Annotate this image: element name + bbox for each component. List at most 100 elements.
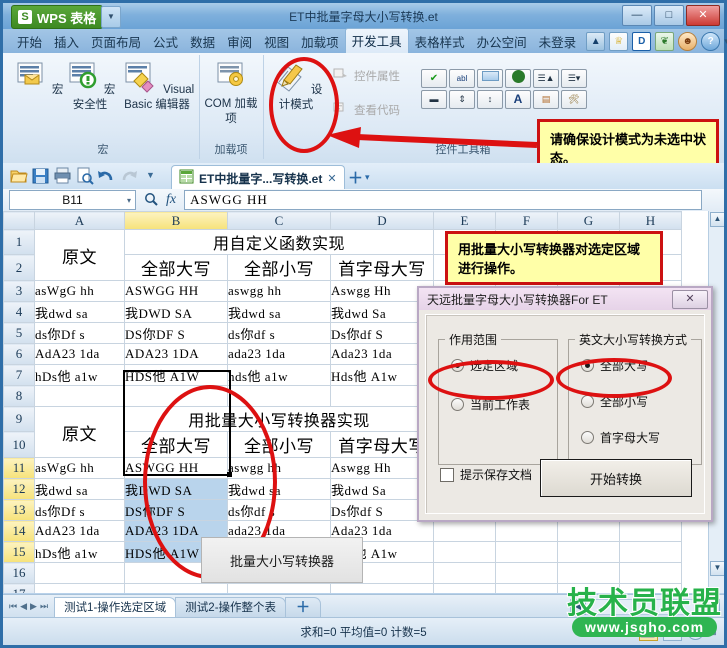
- menu-item-office-space[interactable]: 办公空间: [471, 29, 533, 54]
- cell-c10-all-lower[interactable]: 全部小写: [227, 431, 331, 458]
- cell-a12[interactable]: 我dwd sa: [34, 478, 125, 500]
- cell-a16[interactable]: [34, 562, 125, 584]
- column-header-e[interactable]: E: [433, 211, 496, 230]
- menu-item-insert[interactable]: 插入: [48, 29, 85, 54]
- cell-b8[interactable]: [124, 385, 228, 407]
- normal-view-icon[interactable]: [639, 622, 659, 641]
- radio-title-case[interactable]: 首字母大写: [581, 429, 701, 446]
- qat-more-icon[interactable]: ▼: [141, 166, 160, 185]
- cell-d17[interactable]: [330, 583, 434, 593]
- print-icon[interactable]: [53, 166, 72, 185]
- cell-a3[interactable]: asWgG hh: [34, 280, 125, 302]
- hscroll-right-icon[interactable]: ▶: [704, 598, 720, 615]
- ribbon-button-com-addin[interactable]: COM 加载项: [204, 61, 258, 126]
- cell-a5[interactable]: ds你Df s: [34, 322, 125, 344]
- cell-b11[interactable]: ASWGG HH: [124, 457, 228, 479]
- login-status[interactable]: 未登录: [533, 29, 583, 54]
- column-header-d[interactable]: D: [330, 211, 434, 230]
- column-header-a[interactable]: A: [34, 211, 125, 230]
- last-sheet-icon[interactable]: ⏭: [40, 601, 48, 612]
- cell-b5[interactable]: DS你DF S: [124, 322, 228, 344]
- zoom-icon[interactable]: [144, 192, 158, 209]
- help-icon[interactable]: ?: [701, 31, 721, 51]
- cell-e16[interactable]: [433, 562, 496, 584]
- ribbon-command-view-code[interactable]: 查看代码: [333, 101, 400, 118]
- row-header-12[interactable]: 12: [3, 478, 35, 500]
- zoom-in-button[interactable]: ＋: [687, 623, 705, 640]
- cell-f17[interactable]: [495, 583, 558, 593]
- horizontal-scrollbar[interactable]: ◀ ▶: [570, 598, 720, 615]
- scroll-up-icon[interactable]: ▲: [710, 212, 724, 227]
- start-convert-button[interactable]: 开始转换: [540, 459, 692, 497]
- togglebutton-control-icon[interactable]: ▬: [421, 90, 447, 109]
- menu-item-page-layout[interactable]: 页面布局: [85, 29, 147, 54]
- menu-item-dev-tools[interactable]: 开发工具: [344, 28, 409, 54]
- textbox-control-icon[interactable]: abl: [449, 69, 475, 88]
- cell-a11[interactable]: asWgG hh: [34, 457, 125, 479]
- spinbutton-control-icon[interactable]: ⇕: [449, 90, 475, 109]
- cell-g17[interactable]: [557, 583, 620, 593]
- first-sheet-icon[interactable]: ⏮: [9, 601, 17, 612]
- shape-label-converter[interactable]: 批量大小写转换器: [201, 537, 363, 583]
- cell-f14[interactable]: [495, 520, 558, 542]
- scroll-down-icon[interactable]: ▼: [710, 561, 724, 576]
- menu-item-table-styles[interactable]: 表格样式: [409, 29, 471, 54]
- row-header-6[interactable]: 6: [3, 343, 35, 365]
- cell-e15[interactable]: [433, 541, 496, 563]
- cell-e14[interactable]: [433, 520, 496, 542]
- cell-h16[interactable]: [619, 562, 682, 584]
- row-header-5[interactable]: 5: [3, 322, 35, 344]
- redo-icon[interactable]: [119, 166, 138, 185]
- column-header-c[interactable]: C: [227, 211, 331, 230]
- combobox-control-icon[interactable]: ☰▾: [561, 69, 587, 88]
- cell-c12[interactable]: 我dwd sa: [227, 478, 331, 500]
- cell-b7[interactable]: HDS他 A1W: [124, 364, 228, 386]
- row-header-9[interactable]: 9: [3, 406, 35, 432]
- scrollbar-control-icon[interactable]: ↕: [477, 90, 503, 109]
- name-box[interactable]: B11 ▾: [9, 190, 136, 210]
- radio-all-lower[interactable]: 全部小写: [581, 393, 701, 410]
- ribbon-button-design-mode[interactable]: 设计模式: [269, 61, 323, 112]
- cell-a1-原文[interactable]: 原文: [34, 229, 125, 281]
- next-sheet-icon[interactable]: ▶: [30, 601, 37, 612]
- cell-b4[interactable]: 我DWD SA: [124, 301, 228, 323]
- radio-current-sheet[interactable]: 当前工作表: [451, 396, 557, 413]
- cell-c3[interactable]: aswgg hh: [227, 280, 331, 302]
- cell-a9-原文[interactable]: 原文: [34, 406, 125, 458]
- cell-a13[interactable]: ds你Df s: [34, 499, 125, 521]
- cell-h17[interactable]: [619, 583, 682, 593]
- cell-a4[interactable]: 我dwd sa: [34, 301, 125, 323]
- cell-b10-all-upper[interactable]: 全部大写: [124, 431, 228, 458]
- cell-c5[interactable]: ds你df s: [227, 322, 331, 344]
- hscroll-track[interactable]: [586, 598, 704, 615]
- dialog-close-button[interactable]: ✕: [672, 289, 708, 309]
- d-icon[interactable]: D: [632, 31, 652, 51]
- menu-item-addins[interactable]: 加载项: [295, 29, 345, 54]
- ribbon-button-vba-editor[interactable]: Visual Basic 编辑器: [115, 61, 199, 112]
- document-tab[interactable]: ET中批量字...写转换.et ✕: [171, 165, 345, 190]
- cell-h15[interactable]: [619, 541, 682, 563]
- cell-a15[interactable]: hDs他 a1w: [34, 541, 125, 563]
- column-header-b[interactable]: B: [124, 211, 228, 230]
- cell-a8[interactable]: [34, 385, 125, 407]
- new-tab-button[interactable]: ＋ ▾: [348, 167, 370, 188]
- checkbox-control-icon[interactable]: ✔: [421, 69, 447, 88]
- prev-sheet-icon[interactable]: ◀: [20, 601, 27, 612]
- menu-item-review[interactable]: 审阅: [221, 29, 258, 54]
- cell-g15[interactable]: [557, 541, 620, 563]
- row-header-16[interactable]: 16: [3, 562, 35, 584]
- maximize-button[interactable]: □: [654, 5, 684, 26]
- row-header-10[interactable]: 10: [3, 431, 35, 458]
- shirt-icon[interactable]: ♕: [609, 31, 629, 51]
- cell-a14[interactable]: AdA23 1da: [34, 520, 125, 542]
- cell-c11[interactable]: aswgg hh: [227, 457, 331, 479]
- undo-icon[interactable]: [97, 166, 116, 185]
- cell-b13[interactable]: DS你DF S: [124, 499, 228, 521]
- cell-c6[interactable]: ada23 1da: [227, 343, 331, 365]
- minimize-button[interactable]: —: [622, 5, 652, 26]
- cell-g14[interactable]: [557, 520, 620, 542]
- row-header-1[interactable]: 1: [3, 229, 35, 255]
- cell-b2-all-upper[interactable]: 全部大写: [124, 254, 228, 281]
- insert-function-icon[interactable]: fx: [166, 192, 176, 208]
- person-icon[interactable]: ☻: [678, 31, 698, 51]
